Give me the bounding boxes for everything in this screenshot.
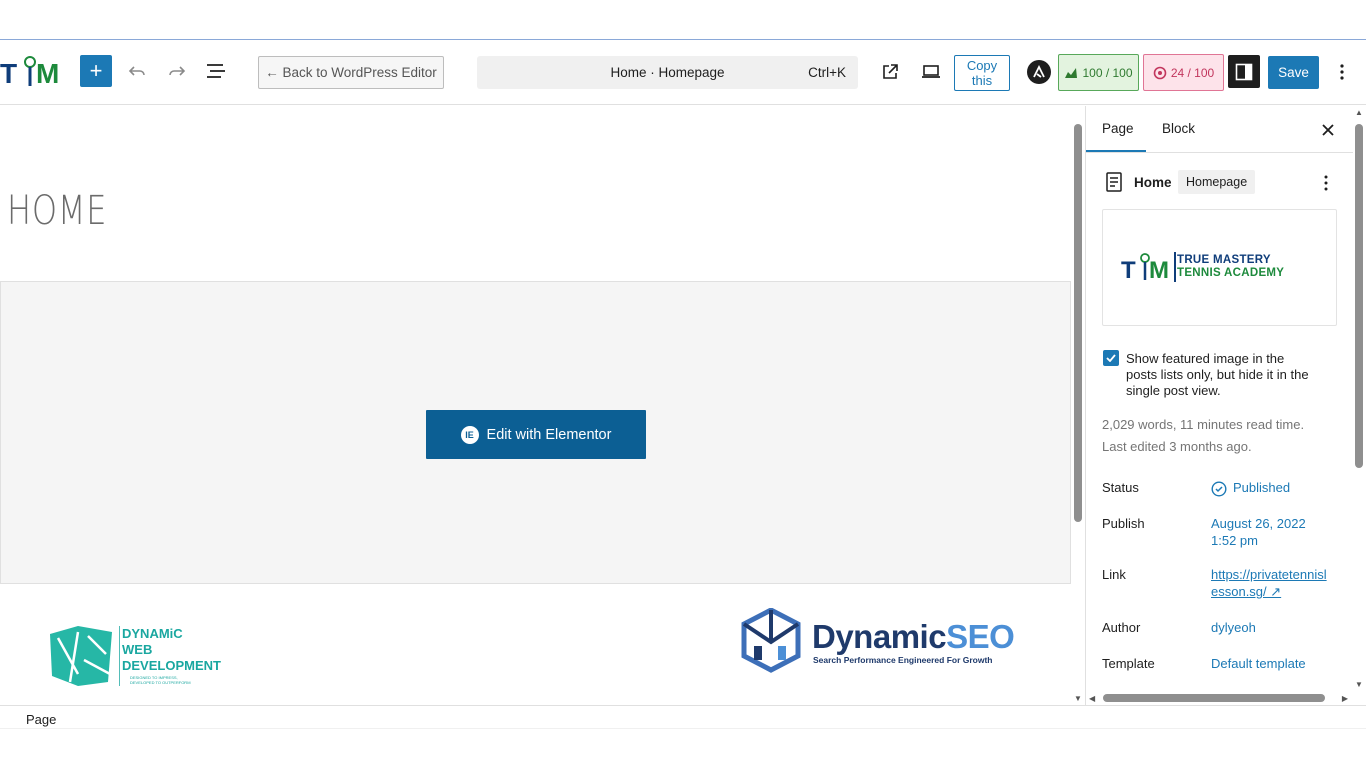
close-icon [1322,124,1334,136]
document-title: Home [1134,175,1172,190]
command-title: Home · Homepage [610,65,725,80]
edit-with-elementor-button[interactable]: IE Edit with Elementor [426,410,646,459]
readability-icon [1153,66,1167,79]
preview-button[interactable] [916,57,946,87]
featured-image-checkbox-label: Show featured image in the posts lists o… [1126,351,1309,398]
checkmark-icon [1106,354,1116,362]
edit-with-elementor-label: Edit with Elementor [486,426,612,443]
link-label: Link [1102,567,1126,582]
page-title[interactable]: HOME [7,188,107,234]
copy-this-button[interactable]: Copy this [954,55,1010,91]
tab-page[interactable]: Page [1102,121,1134,136]
template-value[interactable]: Default template [1211,655,1306,672]
publish-date-value[interactable]: August 26, 2022 1:52 pm [1211,515,1321,549]
view-page-button[interactable] [876,57,904,87]
copy-line1: Copy [966,58,998,73]
editor-header: T M + ← Back to WordPress Editor Home · … [0,40,1366,105]
page-icon [1106,172,1122,192]
copy-line2: this [971,73,993,88]
redo-icon [169,66,186,76]
word-count: 2,029 words, 11 minutes read time. [1102,417,1305,432]
redo-button[interactable] [162,56,192,86]
scroll-down-arrow-icon[interactable]: ▼ [1074,694,1082,703]
homepage-badge: Homepage [1178,170,1256,194]
status-label: Status [1102,480,1139,495]
editor-canvas: HOME IE Edit with Elementor DYNAMiC WEB … [0,106,1071,705]
site-logo[interactable]: T M [0,52,66,92]
scroll-left-arrow-icon[interactable]: ◀ [1089,694,1095,703]
close-settings-button[interactable] [1316,118,1340,142]
dynamic-seo-name: DynamicSEO [812,618,1015,655]
published-check-icon [1211,481,1227,497]
plus-icon: + [89,58,103,83]
astra-settings-button[interactable] [1027,60,1051,84]
dwd-tagline: DESIGNED TO IMPRESS, DEVELOPED TO OUTPER… [130,675,191,685]
command-palette-bar[interactable]: Home · Homepage Ctrl+K [477,56,858,89]
undo-icon [128,66,145,76]
options-menu-button[interactable] [1330,56,1354,88]
settings-sidebar-toggle[interactable] [1228,55,1260,88]
svg-text:T: T [1121,257,1136,284]
canvas-scroll-thumb[interactable] [1074,124,1082,522]
sidebar-scrollbar[interactable]: ▲ ▼ [1352,106,1366,691]
scroll-up-arrow-icon[interactable]: ▲ [1355,108,1363,117]
scroll-down-arrow-icon[interactable]: ▼ [1355,680,1363,689]
logo-divider [1174,252,1176,282]
horizontal-scroll-thumb[interactable] [1103,694,1325,702]
back-to-wordpress-editor-button[interactable]: ← Back to WordPress Editor [258,56,444,89]
author-value[interactable]: dylyeoh [1211,619,1256,636]
document-summary: Home Homepage [1102,170,1342,196]
breadcrumb-page[interactable]: Page [26,712,56,727]
active-tab-indicator [1086,150,1146,152]
settings-sidebar: Page Block Home Homepage T M TRUE MASTER… [1085,106,1366,705]
document-actions-button[interactable] [1316,172,1336,194]
last-edited: Last edited 3 months ago. [1102,439,1252,454]
permalink-value[interactable]: https://privatetennislesson.sg/ ↗ [1211,566,1331,600]
featured-image-checkbox[interactable] [1103,350,1119,366]
more-vertical-icon [1324,175,1328,191]
undo-button[interactable] [122,56,152,86]
sidebar-horizontal-scrollbar[interactable]: ◀ ▶ [1085,691,1352,705]
command-shortcut: Ctrl+K [808,65,846,80]
author-label: Author [1102,620,1141,635]
readability-score-value: 24 / 100 [1170,65,1215,80]
seo-chart-icon [1065,67,1078,78]
block-breadcrumb-bar: Page [0,705,1366,729]
list-view-icon [207,64,225,78]
template-label: Template [1102,656,1155,671]
dwd-name: DYNAMiC WEB DEVELOPMENT [122,626,221,673]
more-vertical-icon [1340,64,1344,80]
add-block-button[interactable]: + [80,55,112,87]
scroll-right-arrow-icon[interactable]: ▶ [1342,694,1348,703]
elementor-placeholder: IE Edit with Elementor [0,281,1071,584]
svg-text:T: T [0,58,17,89]
academy-name: TRUE MASTERY TENNIS ACADEMY [1177,254,1285,279]
svg-text:M: M [36,58,59,89]
tab-block[interactable]: Block [1162,121,1195,136]
sidebar-scroll-thumb[interactable] [1355,124,1363,468]
astra-icon [1033,65,1045,78]
laptop-icon [922,65,940,78]
dynamic-seo-tagline: Search Performance Engineered For Growth [813,655,993,665]
sidebar-tabs: Page Block [1086,106,1353,153]
sidebar-icon [1235,63,1253,80]
dynamic-web-development-logo: DYNAMiC WEB DEVELOPMENT DESIGNED TO IMPR… [48,624,238,688]
elementor-icon: IE [460,425,479,444]
dynamic-seo-logo: DynamicSEO Search Performance Engineered… [740,607,1025,674]
save-button[interactable]: Save [1268,56,1319,89]
seo-score-button[interactable]: 100 / 100 [1058,54,1139,91]
canvas-scrollbar[interactable]: ▼ [1071,106,1085,705]
document-overview-button[interactable] [200,56,232,86]
featured-image[interactable]: T M TRUE MASTERY TENNIS ACADEMY [1102,209,1337,326]
seo-score-value: 100 / 100 [1082,65,1133,80]
status-value[interactable]: Published [1211,479,1290,497]
svg-text:M: M [1149,257,1169,284]
publish-label: Publish [1102,516,1145,531]
readability-score-button[interactable]: 24 / 100 [1143,54,1224,91]
external-link-icon [883,64,898,79]
